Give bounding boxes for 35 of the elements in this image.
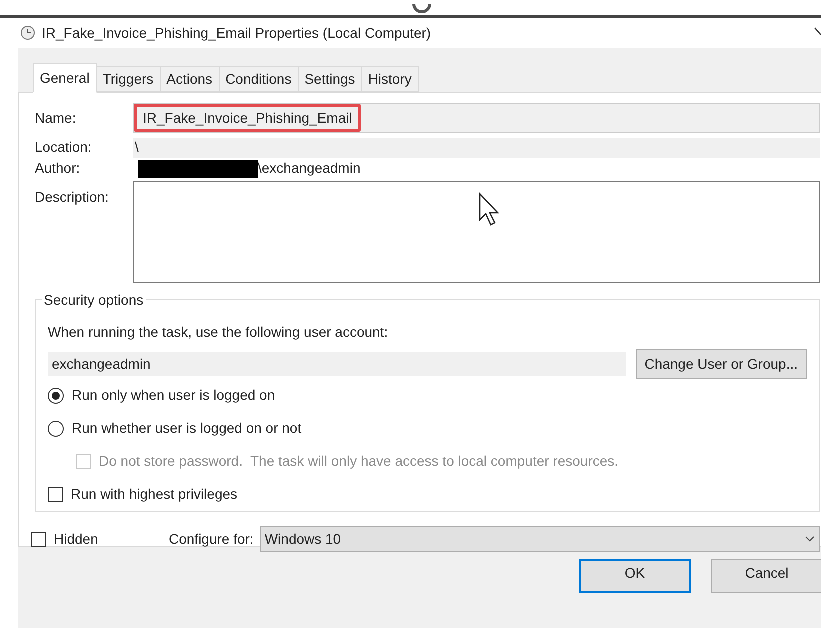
account-field: exchangeadmin (48, 352, 626, 376)
configure-label: Configure for: (169, 530, 254, 549)
option-label: Run whether user is logged on or not (72, 419, 302, 438)
tab[interactable]: Actions (160, 66, 220, 92)
tab[interactable]: History (362, 66, 419, 92)
configure-dropdown[interactable]: Windows 10 (260, 526, 820, 552)
radio-button[interactable] (48, 420, 64, 436)
field-label: Author: (35, 159, 82, 178)
field-label: Description: (35, 188, 110, 207)
chevron-down-icon (805, 536, 815, 542)
hidden-label: Hidden (54, 530, 98, 548)
checkbox[interactable] (48, 487, 63, 502)
checkbox[interactable] (31, 532, 46, 546)
tab[interactable]: Conditions (220, 66, 299, 92)
option-label: Do not store password. The task will only have access to local computer resources. (99, 452, 619, 471)
option-label: Run with highest privileges (71, 485, 238, 504)
tab[interactable]: General (33, 63, 97, 93)
mouse-cursor-icon (478, 192, 502, 228)
tab[interactable]: Settings (298, 66, 362, 92)
dialog-button[interactable]: OK (579, 559, 691, 593)
option-label: Run only when user is logged on (72, 386, 276, 405)
field-label: Name: (35, 108, 78, 128)
field-label: Location: (35, 138, 93, 157)
author-value: \exchangeadmin (258, 159, 361, 178)
radio-button[interactable] (48, 388, 64, 404)
clock-icon (20, 25, 36, 41)
description-field[interactable] (133, 181, 820, 283)
ring-icon (412, 2, 432, 16)
change-user-button[interactable]: Change User or Group... (636, 349, 807, 379)
tab[interactable]: Triggers (96, 66, 161, 92)
location-field: \ (133, 138, 820, 158)
account-label: When running the task, use the following user account: (48, 323, 390, 342)
window-title: IR_Fake_Invoice_Phishing_Email Properties (Local Computer) (42, 24, 432, 43)
name-field[interactable]: IR_Fake_Invoice_Phishing_Email (133, 103, 820, 133)
dialog-button[interactable]: Cancel (711, 559, 821, 593)
